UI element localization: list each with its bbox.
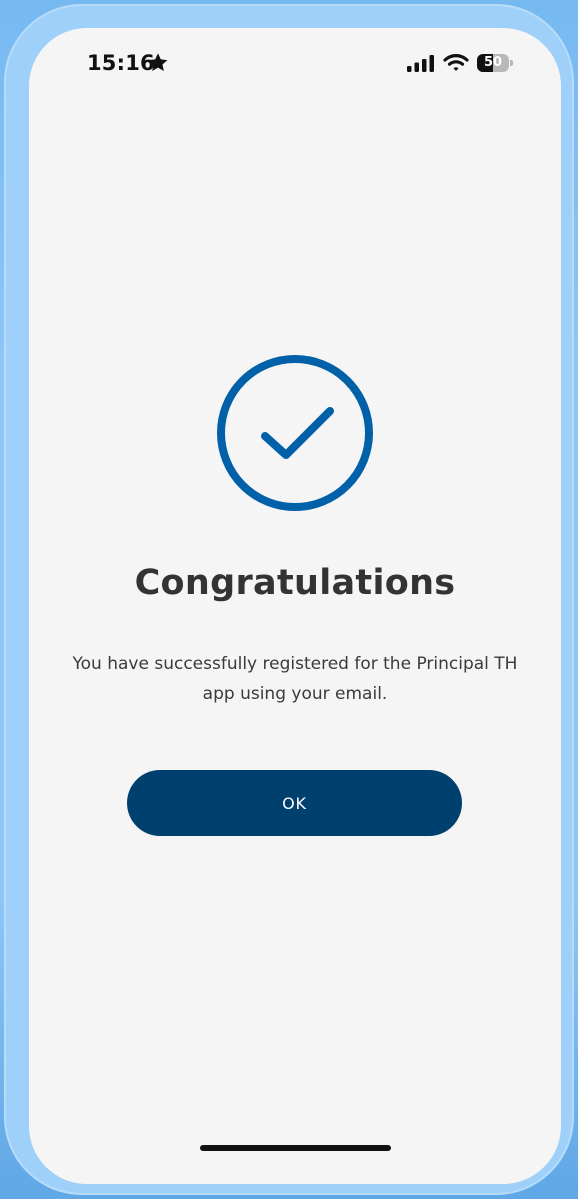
- ok-button[interactable]: OK: [127, 770, 462, 836]
- battery-body: 50: [477, 54, 509, 72]
- home-indicator[interactable]: [200, 1145, 391, 1151]
- page-title: Congratulations: [134, 563, 456, 603]
- battery-icon: 50: [477, 54, 513, 72]
- cellular-signal-icon: [407, 55, 434, 72]
- battery-cap: [510, 60, 513, 66]
- success-message: You have successfully registered for the…: [72, 654, 518, 704]
- phone-screen: 15:16 50 Congratulations You have succes…: [29, 28, 561, 1184]
- status-time: 15:16: [87, 51, 155, 75]
- wifi-icon: [443, 54, 469, 71]
- battery-level: 50: [483, 55, 503, 70]
- status-bar: 15:16 50: [29, 28, 561, 100]
- device-frame: 15:16 50 Congratulations You have succes…: [4, 4, 574, 1195]
- success-check-icon: [217, 355, 373, 511]
- star-icon: [148, 53, 168, 71]
